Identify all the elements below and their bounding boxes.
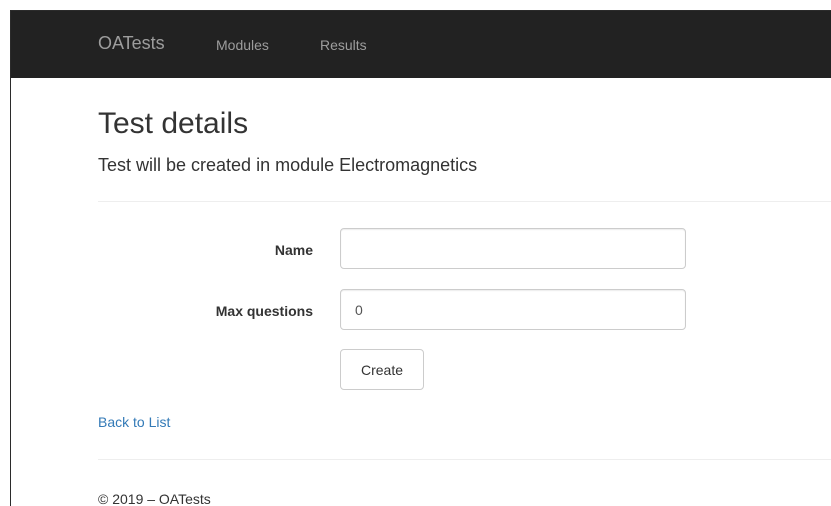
nav-link-modules[interactable]: Modules: [216, 36, 269, 54]
footer-divider: [98, 459, 831, 460]
max-questions-label: Max questions: [215, 303, 313, 319]
name-label: Name: [274, 242, 313, 258]
page-title: Test details: [98, 107, 249, 140]
brand-link[interactable]: OATests: [98, 33, 165, 53]
top-navbar: OATests Modules Results: [11, 11, 831, 78]
browser-viewport: OATests Modules Results Test details Tes…: [10, 10, 831, 506]
divider: [98, 201, 831, 202]
nav-link-results[interactable]: Results: [320, 36, 367, 54]
back-to-list-link[interactable]: Back to List: [98, 413, 170, 431]
max-questions-input[interactable]: [340, 289, 686, 330]
footer-copyright: © 2019 – OATests: [98, 491, 211, 506]
create-button[interactable]: Create: [340, 349, 424, 390]
name-input[interactable]: [340, 228, 686, 269]
page-subtitle: Test will be created in module Electroma…: [98, 155, 478, 175]
